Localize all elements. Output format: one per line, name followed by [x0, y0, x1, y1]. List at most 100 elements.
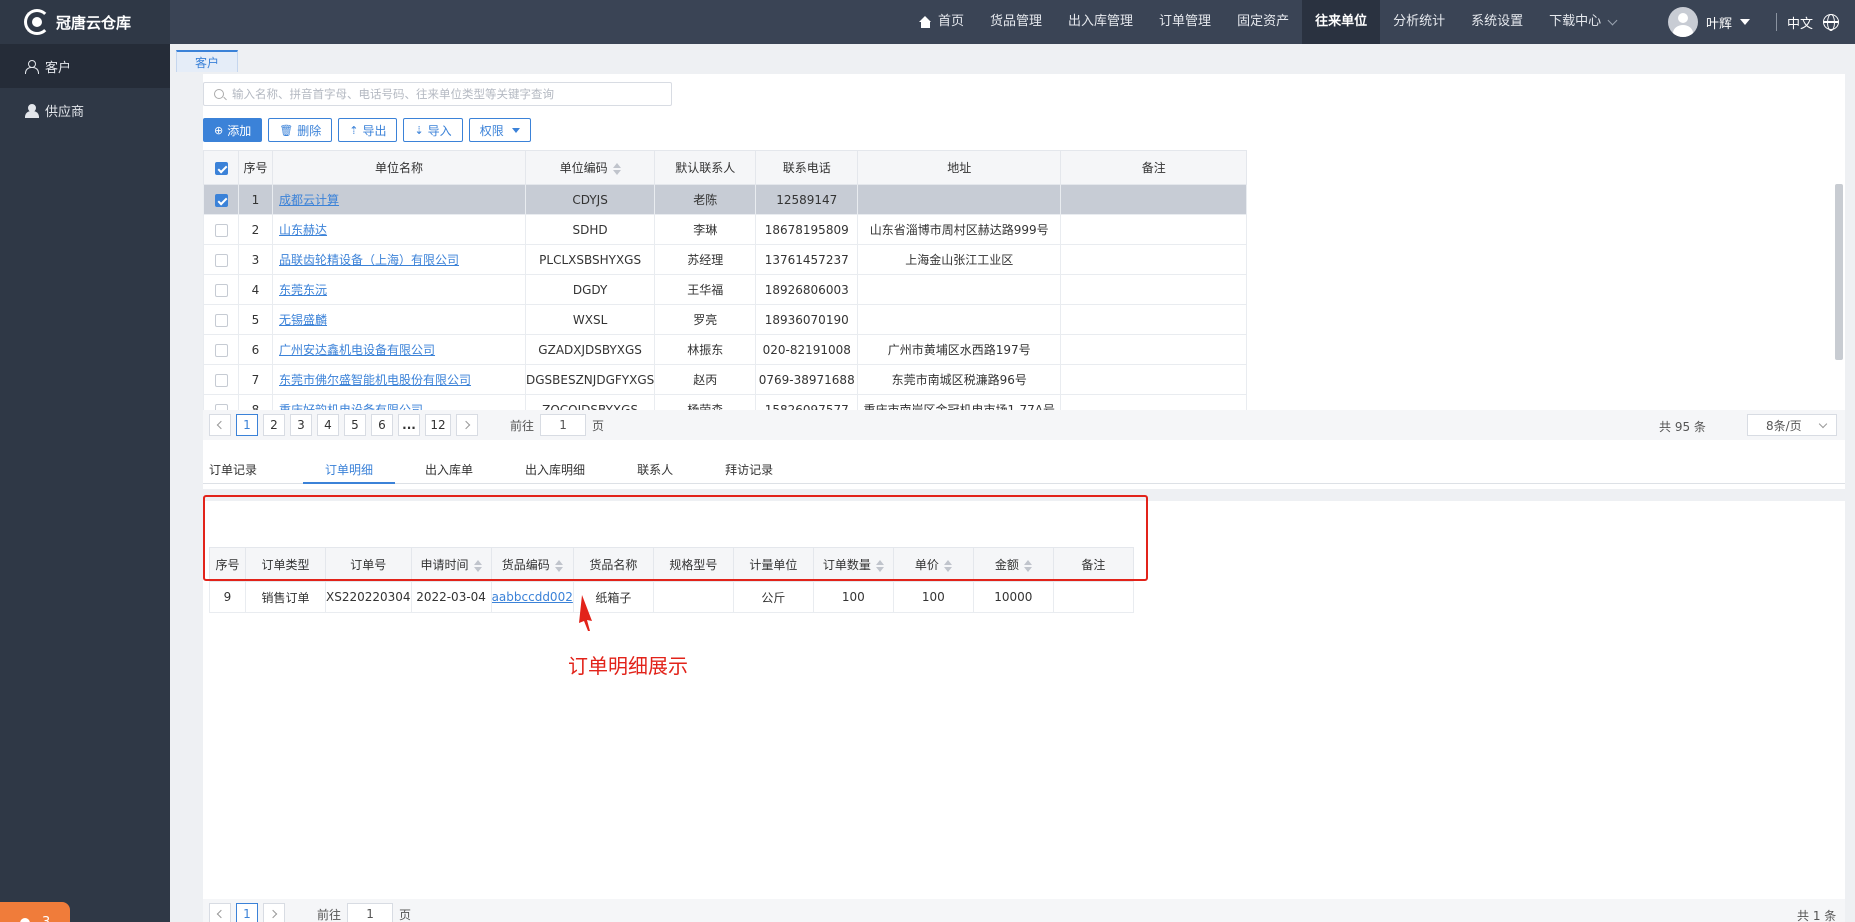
search-input[interactable]: [232, 87, 652, 101]
alert-count: 3: [42, 914, 51, 922]
tab-customers[interactable]: 客户: [176, 50, 239, 72]
row-checkbox[interactable]: [214, 343, 228, 357]
goto-page: 前往 1 页: [510, 414, 604, 436]
nav-goods[interactable]: 货品管理: [977, 0, 1055, 44]
table-row[interactable]: 3 品联齿轮精设备（上海）有限公司 PLCLXSBSHYXGS 苏经理 1376…: [203, 244, 1248, 275]
tab-stock-details[interactable]: 出入库明细: [519, 460, 607, 484]
page-4[interactable]: 4: [317, 414, 339, 436]
prev-page-button[interactable]: [209, 903, 231, 922]
avatar[interactable]: [1668, 7, 1698, 37]
col-header-code[interactable]: 单位编码: [524, 150, 656, 185]
page-size-select[interactable]: 8条/页: [1747, 414, 1837, 436]
table-row[interactable]: 1 成都云计算 CDYJS 老陈 12589147: [203, 184, 1248, 215]
customer-name-link[interactable]: 东莞市佛尔盛智能机电股份有限公司: [279, 373, 471, 387]
search-icon: [214, 89, 224, 99]
customer-pager: 1 2 3 4 5 6 ... 12 前往 1 页 共 95 条 8条/页: [203, 410, 1845, 440]
row-checkbox[interactable]: [214, 283, 228, 297]
cell-note: [1060, 334, 1248, 365]
table-row[interactable]: 6 广州安达鑫机电设备有限公司 GZADXJDSBYXGS 林振东 020-82…: [203, 334, 1248, 365]
cell-order-type: 销售订单: [245, 581, 326, 613]
language-label[interactable]: 中文: [1787, 13, 1813, 32]
alert-button[interactable]: 3: [0, 902, 70, 922]
page-12[interactable]: 12: [425, 414, 451, 436]
next-page-button[interactable]: [263, 903, 285, 922]
page-1[interactable]: 1: [236, 903, 258, 922]
permission-button[interactable]: 权限: [468, 118, 531, 142]
tab-order-details[interactable]: 订单明细: [303, 460, 396, 484]
cell-note: [1060, 304, 1248, 335]
row-checkbox[interactable]: [214, 193, 228, 207]
page-1[interactable]: 1: [236, 414, 258, 436]
customer-name-link[interactable]: 东莞东沅: [279, 283, 327, 297]
divider: [1776, 13, 1778, 31]
customer-name-link[interactable]: 品联齿轮精设备（上海）有限公司: [279, 253, 459, 267]
nav-download[interactable]: 下载中心: [1536, 0, 1629, 44]
import-button[interactable]: ⇣ 导入: [403, 118, 463, 142]
tab-visit-records[interactable]: 拜访记录: [719, 460, 795, 484]
cell-address: [857, 184, 1062, 215]
page-3[interactable]: 3: [290, 414, 312, 436]
customer-name-link[interactable]: 无锡盛麟: [279, 313, 327, 327]
customer-name-link[interactable]: 山东赫达: [279, 223, 327, 237]
cell-code: DGDY: [524, 274, 656, 305]
select-all-header[interactable]: [203, 150, 239, 185]
cell-no: 6: [238, 334, 273, 365]
sidebar: 客户 供应商 3: [0, 44, 170, 922]
add-button[interactable]: ⊕ 添加: [203, 118, 263, 142]
col-header-phone: 联系电话: [755, 150, 859, 185]
page-ellipsis[interactable]: ...: [398, 414, 420, 436]
export-button[interactable]: ⇡ 导出: [338, 118, 398, 142]
nav-home[interactable]: 首页: [906, 0, 977, 44]
prev-page-button[interactable]: [209, 414, 231, 436]
row-checkbox[interactable]: [214, 373, 228, 387]
chevron-left-icon: [216, 909, 226, 919]
nav-partners[interactable]: 往来单位: [1302, 0, 1381, 44]
sidebar-item-customers[interactable]: 客户: [0, 44, 170, 88]
nav-settings[interactable]: 系统设置: [1458, 0, 1536, 44]
chevron-right-icon: [268, 909, 278, 919]
goto-page-input[interactable]: 1: [347, 903, 394, 922]
next-page-button[interactable]: [456, 414, 478, 436]
nav-assets[interactable]: 固定资产: [1224, 0, 1302, 44]
total-count: 共 95 条: [1659, 420, 1706, 434]
sort-icon[interactable]: [612, 162, 621, 175]
tab-contacts[interactable]: 联系人: [631, 460, 695, 484]
row-checkbox[interactable]: [214, 313, 228, 327]
page-5[interactable]: 5: [344, 414, 366, 436]
table-scrollbar[interactable]: [1835, 184, 1843, 360]
item-code-link[interactable]: aabbccdd002: [492, 590, 572, 604]
cell-contact: 林振东: [654, 334, 757, 365]
table-row[interactable]: 4 东莞东沅 DGDY 王华福 18926806003: [203, 274, 1248, 305]
table-row[interactable]: 9 销售订单 XS220220304 2022-03-04 aabbccdd00…: [209, 581, 1134, 613]
cell-no: 2: [238, 214, 273, 245]
table-row[interactable]: 5 无锡盛麟 WXSL 罗亮 18936070190: [203, 304, 1248, 335]
logo-icon: [24, 9, 50, 35]
nav-orders[interactable]: 订单管理: [1146, 0, 1224, 44]
cell-no: 3: [238, 244, 273, 275]
page-2[interactable]: 2: [263, 414, 285, 436]
caret-down-icon[interactable]: [1740, 19, 1751, 25]
goto-page-input[interactable]: 1: [540, 414, 587, 436]
customer-name-link[interactable]: 广州安达鑫机电设备有限公司: [279, 343, 435, 357]
tab-stock-orders[interactable]: 出入库单: [419, 460, 495, 484]
logo[interactable]: 冠唐云仓库: [0, 0, 170, 44]
nav-analytics[interactable]: 分析统计: [1380, 0, 1458, 44]
delete-button[interactable]: 🗑 删除: [268, 118, 333, 142]
table-row[interactable]: 7 东莞市佛尔盛智能机电股份有限公司 DGSBESZNJDGFYXGS 赵丙 0…: [203, 364, 1248, 395]
customer-name-link[interactable]: 成都云计算: [279, 193, 339, 207]
nav-inout[interactable]: 出入库管理: [1055, 0, 1146, 44]
cell-contact: 罗亮: [654, 304, 757, 335]
cell-code: DGSBESZNJDGFYXGS: [524, 364, 656, 395]
user-name[interactable]: 叶辉: [1706, 13, 1732, 32]
row-checkbox[interactable]: [214, 223, 228, 237]
row-checkbox[interactable]: [214, 253, 228, 267]
globe-icon[interactable]: [1823, 14, 1840, 31]
tab-order-records[interactable]: 订单记录: [203, 460, 279, 484]
cell-phone: 12589147: [755, 184, 859, 215]
select-all-checkbox[interactable]: [214, 161, 228, 175]
cell-note: [1052, 581, 1134, 613]
cell-address: 山东省淄博市周村区赫达路999号: [857, 214, 1062, 245]
table-row[interactable]: 2 山东赫达 SDHD 李琳 18678195809 山东省淄博市周村区赫达路9…: [203, 214, 1248, 245]
page-6[interactable]: 6: [371, 414, 393, 436]
sidebar-item-suppliers[interactable]: 供应商: [0, 88, 170, 132]
